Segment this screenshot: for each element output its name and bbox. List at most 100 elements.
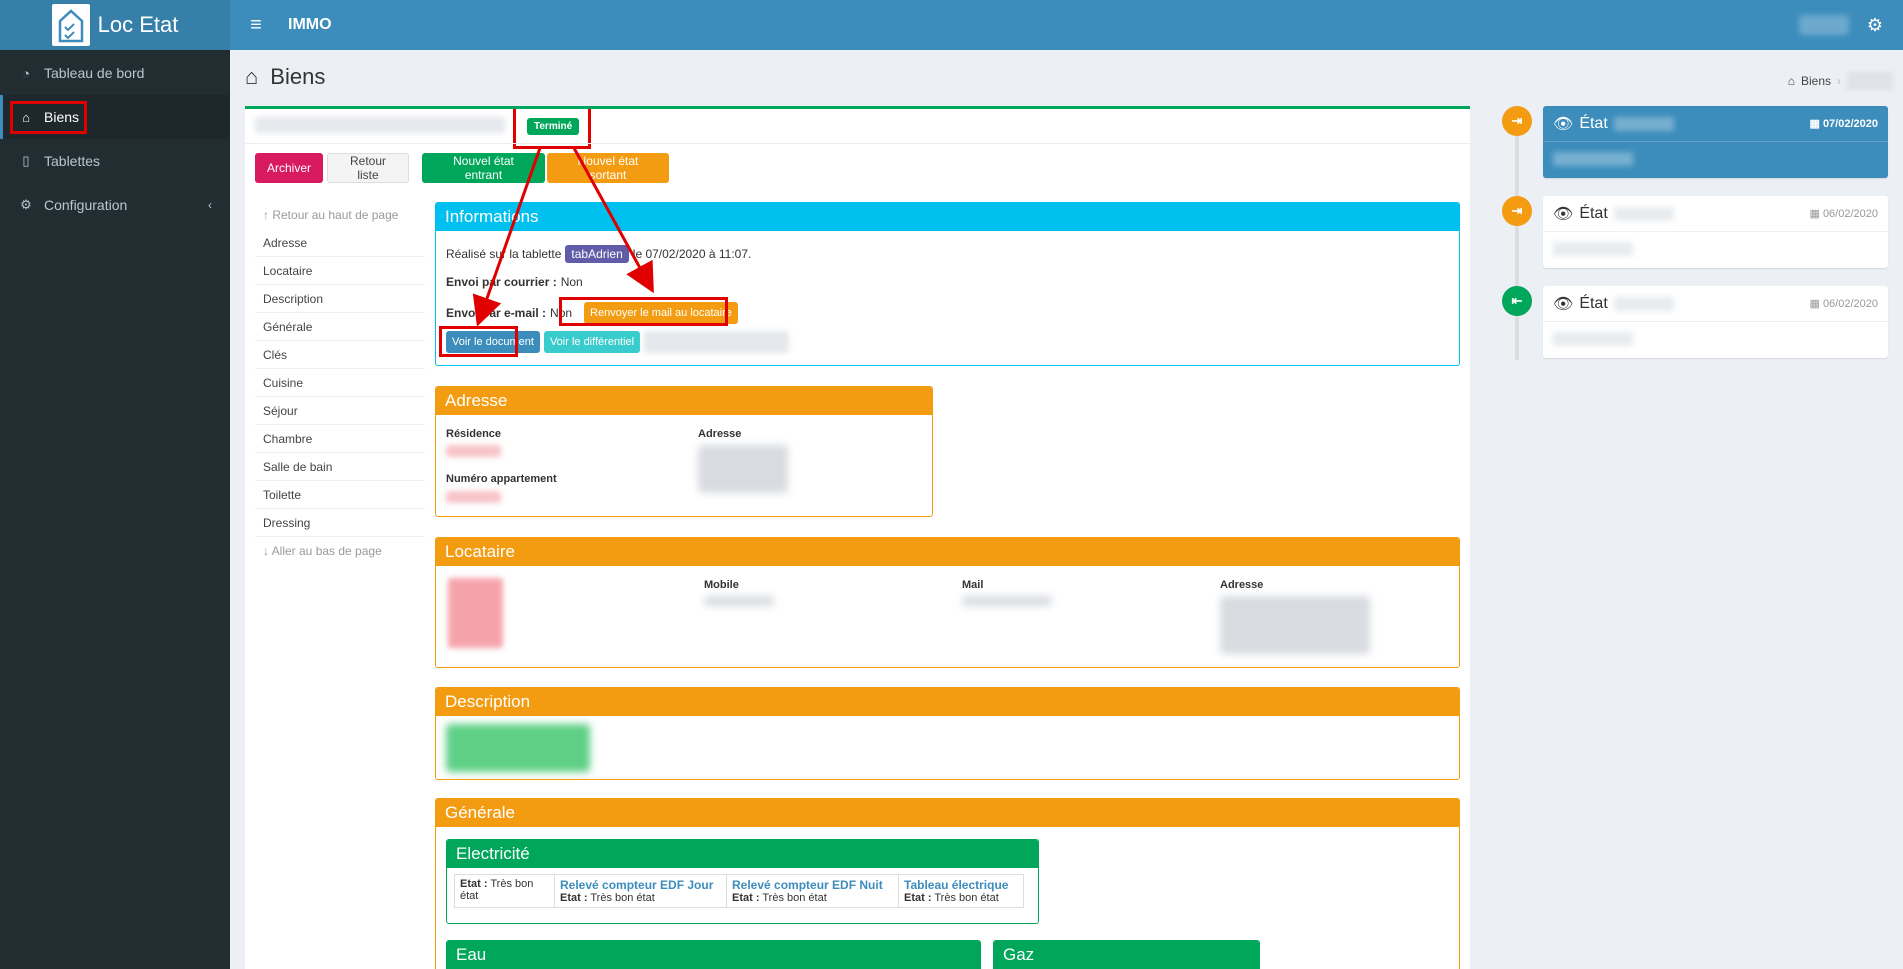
tablet-icon: ▯ [22,153,30,168]
new-exit-state-button[interactable]: Nouvel état sortant [547,153,669,183]
made-on-text: Réalisé sur la tablette [446,247,562,261]
sidebar-item-label: Configuration [44,197,128,213]
top-navbar: ≡ IMMO ⚙ [230,0,1903,50]
settings-gears-icon[interactable]: ⚙ [1867,15,1883,36]
mail-label: Mail [962,579,984,591]
toc-item[interactable]: Salle de bain [255,453,425,481]
dashboard-icon: ◔ [22,65,30,81]
timeline-label: État [1579,294,1608,312]
user-menu[interactable] [1798,15,1849,35]
brand-label: IMMO [288,16,332,33]
panel-title: Eau [447,941,980,969]
electricite-table: Etat : Très bon état Relevé compteur EDF… [454,874,1024,908]
toc-item[interactable]: Séjour [255,397,425,425]
logo-icon [51,4,90,46]
app-logo[interactable]: Loc Etat [0,0,230,50]
eye-icon: 👁 [1553,295,1574,313]
mobile-label: Mobile [704,579,739,591]
toc-item[interactable]: Chambre [255,425,425,453]
toc-item[interactable]: Adresse [255,229,425,257]
mail-post-value: Non [560,275,583,289]
tenant-name [448,578,503,648]
locataire-adresse-label: Adresse [1220,579,1264,591]
toc-item[interactable]: Dressing [255,509,425,537]
appartement-label: Numéro appartement [446,473,557,485]
timeline-body [1553,242,1633,256]
redacted-button [644,331,790,353]
home-icon: ⌂ [245,64,259,89]
mobile-value [704,596,774,606]
toc-item[interactable]: Toilette [255,481,425,509]
panel-title: Générale [436,799,1459,827]
gaz-panel: Gaz [993,940,1260,969]
timeline-date: ▦ 06/02/2020 [1809,298,1878,310]
archive-button[interactable]: Archiver [255,153,323,183]
locataire-panel: Locataire Mobile Mail Adresse [435,537,1460,668]
tablet-label: tabAdrien [565,245,629,263]
page-title: ⌂ Biens [245,64,325,90]
panel-title: Informations [436,203,1459,231]
breadcrumb-current [1847,72,1893,90]
panel-title: Adresse [436,387,932,415]
sidebar-item-dashboard[interactable]: ◔ Tableau de bord [0,51,230,95]
exit-icon: ⇥ [1502,196,1532,226]
timeline-line [1515,110,1519,360]
highlight-box-document [439,326,518,357]
timeline-label: État [1579,114,1608,132]
entry-icon: ⇤ [1502,286,1532,316]
sidebar-item-tablettes[interactable]: ▯ Tablettes [0,139,230,183]
toc-item[interactable]: Description [255,285,425,313]
go-to-bottom-link[interactable]: ↓ Aller au bas de page [255,537,425,565]
residence-label: Résidence [446,428,502,440]
adresse-value [698,445,788,493]
sidebar-item-configuration[interactable]: ⚙ Configuration ‹ [0,183,230,227]
edf-nuit-title[interactable]: Relevé compteur EDF Nuit [732,878,893,892]
locataire-adresse-value [1220,596,1370,654]
eye-icon: 👁 [1553,115,1574,133]
generale-panel: Générale Electricité Etat : Très bon éta… [435,798,1460,969]
timeline-label: État [1579,204,1608,222]
sidebar: ◔ Tableau de bord ⌂ Biens ▯ Tablettes ⚙ … [0,50,230,969]
highlight-box-biens [10,101,87,134]
new-entry-state-button[interactable]: Nouvel état entrant [422,153,545,183]
appartement-value [446,491,501,503]
timeline-name [1613,296,1674,311]
breadcrumb-link[interactable]: Biens [1801,74,1831,88]
section-nav: ↑ Retour au haut de page Adresse Locatai… [255,201,425,565]
edf-jour-title[interactable]: Relevé compteur EDF Jour [560,878,721,892]
state-title [255,117,505,133]
toc-item[interactable]: Locataire [255,257,425,285]
eau-panel: Eau [446,940,981,969]
view-differential-button[interactable]: Voir le différentiel [543,331,641,353]
property-state-box: Terminé Archiver Retour liste Nouvel éta… [245,106,1470,969]
timeline-card[interactable]: 👁 État ▦ 06/02/2020 [1543,286,1888,358]
panel-title: Electricité [447,840,1038,868]
electricite-panel: Electricité Etat : Très bon état Relevé … [446,839,1039,924]
mail-email-label: Envoi par e-mail : [446,306,547,320]
toc-item[interactable]: Cuisine [255,369,425,397]
timeline-name [1613,116,1674,131]
timeline-body [1553,152,1633,166]
timeline-name [1613,206,1674,221]
menu-toggle-icon[interactable]: ≡ [236,14,276,37]
toc-item[interactable]: Clés [255,341,425,369]
sidebar-item-label: Tablettes [44,153,101,169]
mail-post-label: Envoi par courrier : [446,275,557,289]
timeline-card[interactable]: 👁 État ▦ 06/02/2020 [1543,196,1888,268]
edf-jour-etat: Très bon état [590,892,655,904]
timeline-card[interactable]: 👁 État ▦ 07/02/2020 [1543,106,1888,178]
chevron-left-icon: ‹ [208,198,212,212]
back-to-top-link[interactable]: ↑ Retour au haut de page [255,201,425,229]
breadcrumb: ⌂ Biens › [1788,72,1893,90]
description-panel: Description [435,687,1460,780]
back-to-list-button[interactable]: Retour liste [327,153,409,183]
tableau-electrique-etat: Très bon état [934,892,999,904]
etat-label: Etat : [460,878,488,890]
timeline-body [1553,332,1633,346]
panel-title: Description [436,688,1459,716]
timeline-date: ▦ 07/02/2020 [1809,118,1878,130]
page-title-text: Biens [270,64,326,89]
toc-item[interactable]: Générale [255,313,425,341]
home-icon: ⌂ [1787,74,1795,88]
tableau-electrique-title[interactable]: Tableau électrique [904,878,1018,892]
